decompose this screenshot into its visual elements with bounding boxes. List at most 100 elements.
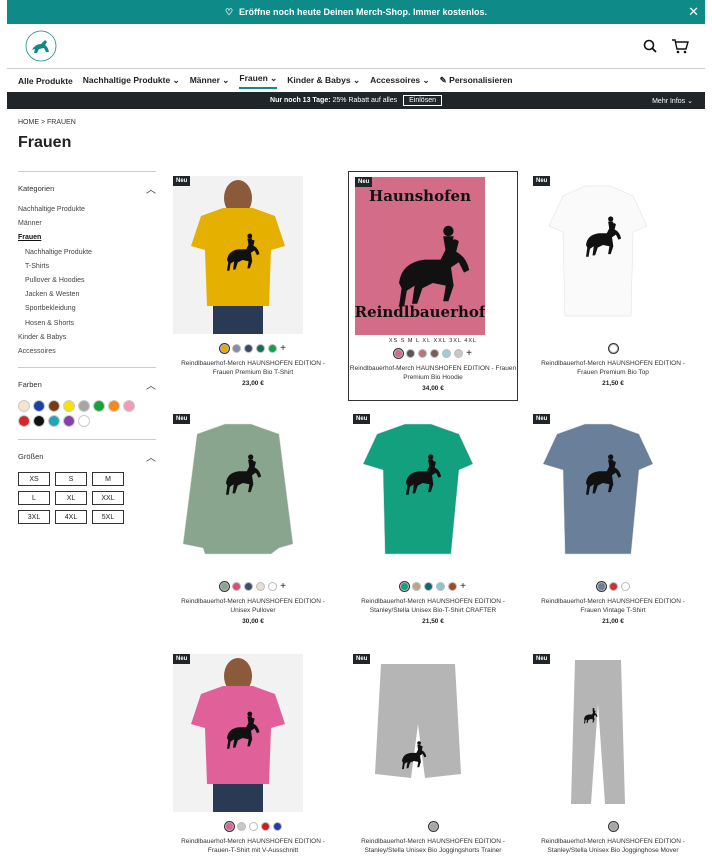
color-swatch[interactable] (108, 400, 120, 413)
color-swatch[interactable] (33, 400, 45, 413)
sizes-header[interactable]: Größen ︿ (18, 439, 156, 464)
product-card[interactable]: Neu Haunshofen Reindlbauerhof XS S M L XL … (348, 171, 518, 401)
subcategory-item[interactable]: Nachhaltige Produkte (18, 246, 156, 260)
category-item[interactable]: Nachhaltige Produkte (18, 203, 156, 217)
size-button[interactable]: S (55, 472, 87, 487)
color-option[interactable] (418, 348, 428, 358)
product-image[interactable] (173, 176, 303, 334)
colors-header[interactable]: Farben ︿ (18, 367, 156, 392)
color-option[interactable] (424, 581, 434, 591)
size-button[interactable]: 3XL (18, 510, 50, 525)
color-option[interactable] (232, 343, 242, 353)
color-option[interactable] (608, 343, 618, 353)
color-swatch[interactable] (18, 400, 30, 413)
color-option[interactable] (256, 581, 266, 591)
color-swatch[interactable] (33, 415, 45, 428)
size-button[interactable]: XS (18, 472, 50, 487)
color-option[interactable] (428, 821, 438, 831)
color-option[interactable] (220, 581, 230, 591)
product-image[interactable] (173, 654, 303, 812)
product-image[interactable] (533, 176, 663, 334)
category-item[interactable]: Männer (18, 217, 156, 231)
color-option[interactable] (268, 343, 278, 353)
plus-icon[interactable]: + (460, 581, 466, 591)
color-swatch[interactable] (93, 400, 105, 413)
category-item-current[interactable]: Frauen (18, 231, 156, 245)
product-name[interactable]: Reindlbauerhof-Merch HAUNSHOFEN EDITION … (533, 597, 693, 615)
size-button[interactable]: 5XL (92, 510, 124, 525)
product-name[interactable]: Reindlbauerhof-Merch HAUNSHOFEN EDITION … (173, 597, 333, 615)
color-swatch[interactable] (123, 400, 135, 413)
product-card[interactable]: Neu Reindlbauerhof-Merch HAUNSHOFEN EDIT… (533, 414, 693, 625)
product-card[interactable]: Neu Reindlbauerhof-Merch HAUNSHOFEN EDIT… (533, 654, 693, 855)
logo[interactable] (25, 30, 57, 62)
size-button[interactable]: L (18, 491, 50, 506)
product-name[interactable]: Reindlbauerhof-Merch HAUNSHOFEN EDITION … (173, 359, 333, 377)
product-card[interactable]: Neu Reindlbauerhof-Merch HAUNSHOFEN EDIT… (173, 654, 333, 855)
color-swatch[interactable] (78, 400, 90, 413)
color-option[interactable] (454, 348, 464, 358)
cart-icon[interactable] (671, 38, 689, 54)
plus-icon[interactable]: + (466, 348, 472, 358)
product-name[interactable]: Reindlbauerhof-Merch HAUNSHOFEN EDITION … (353, 837, 513, 855)
size-button[interactable]: M (92, 472, 124, 487)
color-option[interactable] (260, 821, 270, 831)
breadcrumb-home[interactable]: HOME (18, 119, 39, 126)
nav-item-sustainable[interactable]: Nachhaltige Produkte ⌄ (83, 75, 180, 86)
nav-item-women[interactable]: Frauen ⌄ (239, 73, 278, 89)
color-option[interactable] (430, 348, 440, 358)
product-card[interactable]: Neu + Reindlbauerhof-Merch HAUNSHOFEN EDI… (353, 414, 513, 625)
categories-header[interactable]: Kategorien ︿ (18, 171, 156, 196)
more-info-link[interactable]: Mehr Infos ⌄ (652, 97, 693, 105)
color-option[interactable] (596, 581, 606, 591)
product-image[interactable] (353, 654, 483, 812)
color-option[interactable] (436, 581, 446, 591)
color-option[interactable] (608, 821, 618, 831)
nav-item-all[interactable]: Alle Produkte (18, 76, 73, 86)
nav-item-kids[interactable]: Kinder & Babys ⌄ (287, 75, 360, 86)
color-option[interactable] (448, 581, 458, 591)
plus-icon[interactable]: + (280, 581, 286, 591)
size-button[interactable]: 4XL (55, 510, 87, 525)
color-option[interactable] (244, 343, 254, 353)
product-image[interactable]: Haunshofen Reindlbauerhof (355, 177, 487, 335)
category-item[interactable]: Kinder & Babys (18, 331, 156, 345)
color-option[interactable] (272, 821, 282, 831)
product-image[interactable] (533, 654, 663, 812)
subcategory-item[interactable]: Pullover & Hoodies (18, 274, 156, 288)
color-option[interactable] (608, 581, 618, 591)
color-option[interactable] (406, 348, 416, 358)
color-swatch[interactable] (78, 415, 90, 428)
color-option[interactable] (244, 581, 254, 591)
nav-item-accessories[interactable]: Accessoires ⌄ (370, 75, 430, 86)
product-card[interactable]: Neu Reindlbauerhof-Merch HAUNSHOFEN EDIT… (353, 654, 513, 855)
color-swatch[interactable] (48, 415, 60, 428)
color-option[interactable] (232, 581, 242, 591)
product-name[interactable]: Reindlbauerhof-Merch HAUNSHOFEN EDITION … (349, 364, 517, 382)
product-name[interactable]: Reindlbauerhof-Merch HAUNSHOFEN EDITION … (353, 597, 513, 615)
product-card[interactable]: Neu + Reindlbauerhof-Merch HAUNSHOFEN EDI… (173, 414, 333, 625)
size-button[interactable]: XL (55, 491, 87, 506)
subcategory-item[interactable]: Jacken & Westen (18, 288, 156, 302)
color-option[interactable] (236, 821, 246, 831)
color-option[interactable] (248, 821, 258, 831)
color-swatch[interactable] (48, 400, 60, 413)
color-option[interactable] (224, 821, 234, 831)
product-image[interactable] (533, 414, 663, 572)
color-option[interactable] (442, 348, 452, 358)
color-swatch[interactable] (18, 415, 30, 428)
color-option[interactable] (620, 581, 630, 591)
product-image[interactable] (353, 414, 483, 572)
size-button[interactable]: XXL (92, 491, 124, 506)
product-name[interactable]: Reindlbauerhof-Merch HAUNSHOFEN EDITION … (173, 837, 333, 855)
category-item[interactable]: Accessoires (18, 345, 156, 359)
color-swatch[interactable] (63, 400, 75, 413)
product-card[interactable]: Neu + Reindlbauerhof-Merch HAUNSHOFEN EDI… (173, 176, 333, 387)
close-icon[interactable]: ✕ (688, 4, 699, 20)
color-swatch[interactable] (63, 415, 75, 428)
color-option[interactable] (256, 343, 266, 353)
color-option[interactable] (394, 348, 404, 358)
color-option[interactable] (268, 581, 278, 591)
subcategory-item[interactable]: T-Shirts (18, 260, 156, 274)
color-option[interactable] (220, 343, 230, 353)
